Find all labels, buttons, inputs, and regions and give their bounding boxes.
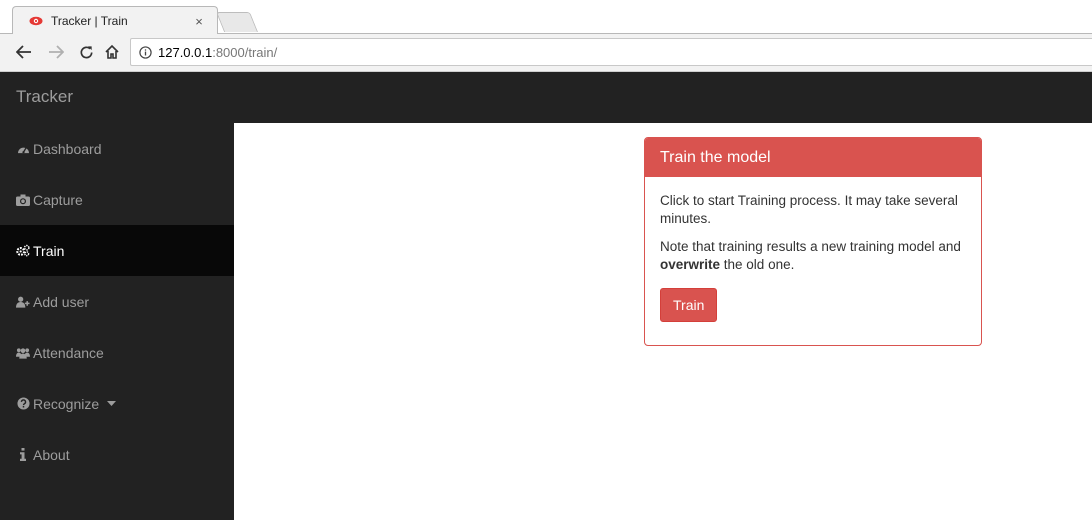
- dashboard-icon: [16, 142, 30, 156]
- sidebar-item-recognize[interactable]: Recognize: [0, 378, 234, 429]
- cogs-icon: [16, 244, 30, 258]
- address-bar[interactable]: 127.0.0.1:8000/train/: [130, 38, 1092, 66]
- eye-icon: [29, 14, 43, 28]
- app-navbar: Tracker: [0, 72, 1092, 123]
- url-path: :8000/train/: [212, 44, 278, 60]
- reload-icon[interactable]: [76, 42, 96, 62]
- sidebar-item-train[interactable]: Train: [0, 225, 234, 276]
- sidebar-item-label: Add user: [33, 293, 90, 310]
- sidebar: Dashboard Capture Train Add user Attenda…: [0, 123, 234, 520]
- info-letter-icon: [16, 448, 30, 462]
- new-tab-button[interactable]: [215, 12, 259, 32]
- train-panel: Train the model Click to start Training …: [644, 137, 982, 346]
- sidebar-item-label: Recognize: [33, 395, 100, 412]
- tab-title: Tracker | Train: [51, 14, 128, 28]
- close-icon[interactable]: ×: [191, 14, 207, 29]
- panel-note: Note that training results a new trainin…: [660, 238, 966, 274]
- browser-tab[interactable]: Tracker | Train ×: [12, 6, 218, 34]
- back-arrow-icon[interactable]: [14, 42, 34, 62]
- home-icon[interactable]: [102, 42, 122, 62]
- browser-tab-content: Tracker | Train ×: [29, 7, 207, 35]
- panel-body: Click to start Training process. It may …: [645, 177, 981, 337]
- sidebar-item-add-user[interactable]: Add user: [0, 276, 234, 327]
- camera-icon: [16, 193, 30, 207]
- sidebar-item-about[interactable]: About: [0, 429, 234, 480]
- note-text-end: the old one.: [720, 257, 795, 272]
- sidebar-item-label: Dashboard: [33, 140, 102, 157]
- sidebar-item-attendance[interactable]: Attendance: [0, 327, 234, 378]
- sidebar-item-label: Attendance: [33, 344, 104, 361]
- caret-down-icon: [107, 401, 117, 406]
- brand-title[interactable]: Tracker: [16, 87, 73, 107]
- browser-tabstrip: Tracker | Train ×: [0, 0, 1092, 34]
- panel-description: Click to start Training process. It may …: [660, 193, 958, 226]
- panel-heading: Train the model: [645, 138, 981, 177]
- users-icon: [16, 346, 30, 360]
- add-user-icon: [16, 295, 30, 309]
- forward-arrow-icon[interactable]: [46, 42, 66, 62]
- sidebar-item-label: Train: [33, 242, 65, 259]
- question-circle-icon: [16, 397, 30, 411]
- url-host: 127.0.0.1: [158, 44, 213, 60]
- sidebar-item-dashboard[interactable]: Dashboard: [0, 123, 234, 174]
- note-text-start: Note that training results a new trainin…: [660, 239, 961, 254]
- info-icon[interactable]: [139, 45, 152, 59]
- browser-toolbar: 127.0.0.1:8000/train/: [0, 34, 1092, 72]
- train-button[interactable]: Train: [660, 288, 718, 322]
- sidebar-item-capture[interactable]: Capture: [0, 174, 234, 225]
- note-text-bold: overwrite: [660, 257, 721, 272]
- sidebar-item-label: About: [33, 446, 70, 463]
- sidebar-item-label: Capture: [33, 191, 83, 208]
